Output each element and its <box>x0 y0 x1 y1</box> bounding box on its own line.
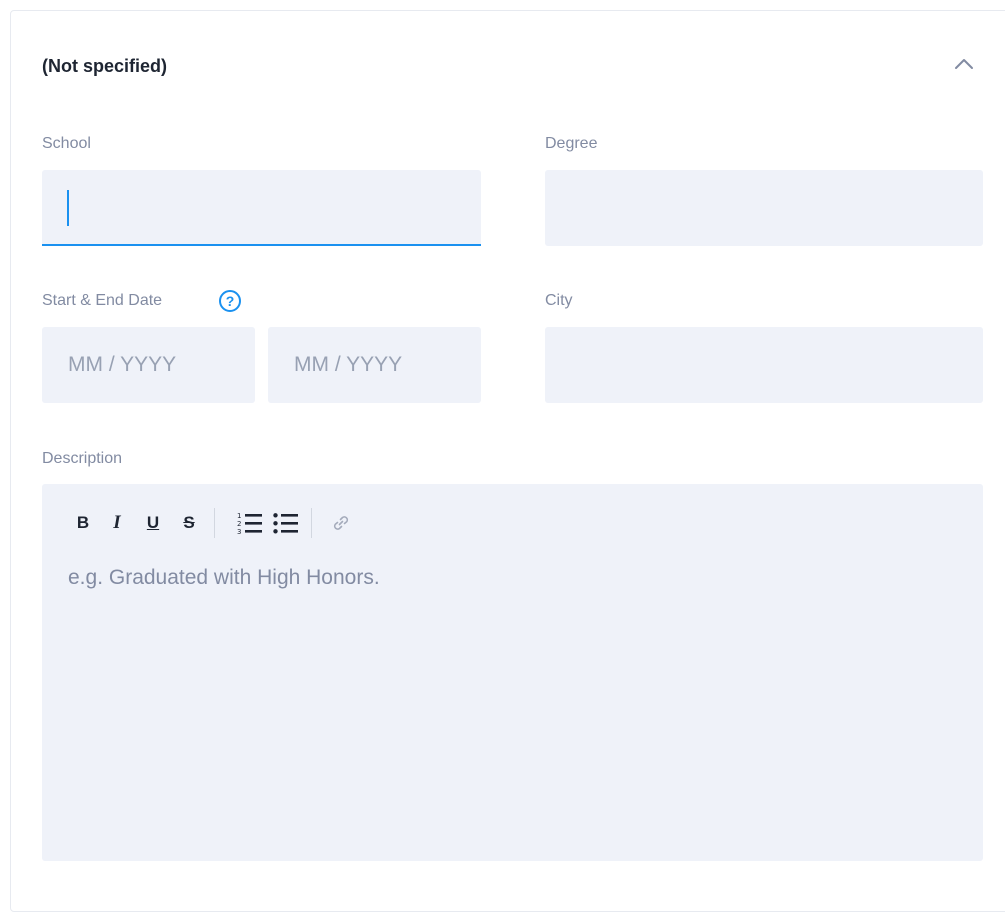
svg-text:1: 1 <box>237 512 241 520</box>
italic-button[interactable]: I <box>98 510 136 536</box>
chevron-up-icon <box>955 59 973 69</box>
underline-button[interactable]: U <box>136 510 170 536</box>
editor-toolbar: B I U S 1 2 3 <box>68 508 354 538</box>
collapse-button[interactable] <box>950 52 978 76</box>
end-date-input[interactable] <box>268 327 481 403</box>
text-caret <box>67 190 69 226</box>
description-placeholder: e.g. Graduated with High Honors. <box>68 566 380 589</box>
school-label: School <box>42 135 91 152</box>
link-icon <box>333 516 349 530</box>
toolbar-divider <box>214 508 215 538</box>
ordered-list-icon: 1 2 3 <box>237 512 262 535</box>
svg-text:3: 3 <box>237 528 241 535</box>
degree-input[interactable] <box>545 170 983 246</box>
section-title: (Not specified) <box>42 56 168 76</box>
toolbar-divider <box>311 508 312 538</box>
description-editor[interactable]: B I U S 1 2 3 e.g. Graduated with High H… <box>42 484 983 861</box>
city-input[interactable] <box>545 327 983 403</box>
date-label: Start & End Date <box>42 292 163 309</box>
bold-button[interactable]: B <box>68 510 98 536</box>
school-input[interactable] <box>42 170 481 246</box>
degree-label: Degree <box>545 135 598 152</box>
start-date-input[interactable] <box>42 327 255 403</box>
strikethrough-button[interactable]: S <box>170 510 208 536</box>
ordered-list-button[interactable]: 1 2 3 <box>233 510 267 536</box>
help-icon[interactable]: ? <box>219 290 241 312</box>
link-button[interactable] <box>328 510 354 536</box>
description-label: Description <box>42 450 123 467</box>
bullet-list-button[interactable] <box>267 510 305 536</box>
city-label: City <box>545 292 573 309</box>
svg-text:2: 2 <box>237 520 241 528</box>
bullet-list-icon <box>273 513 298 534</box>
